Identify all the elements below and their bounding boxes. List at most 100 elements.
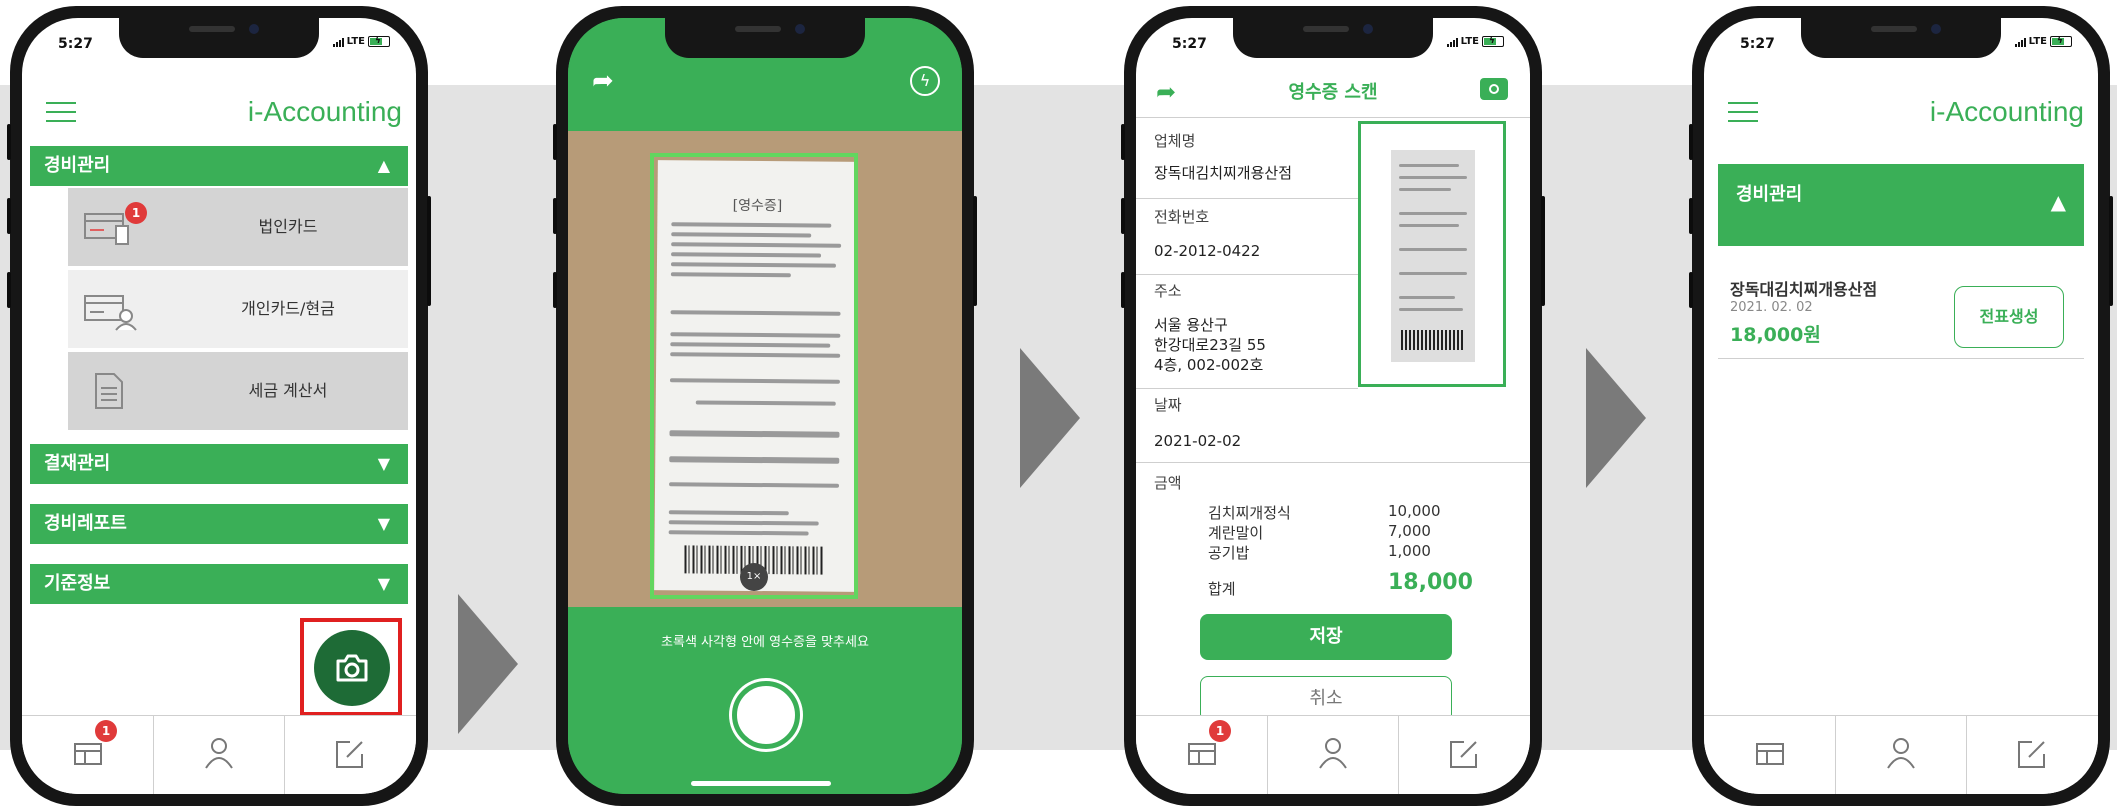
address-line-2[interactable]: 한강대로23길 55 xyxy=(1154,334,1266,355)
zoom-toggle[interactable]: 1× xyxy=(740,563,768,591)
tab-list[interactable]: 1 xyxy=(1136,716,1268,794)
document-icon xyxy=(95,373,123,409)
vendor-label: 업체명 xyxy=(1154,132,1196,150)
person-icon xyxy=(1887,738,1915,769)
person-icon xyxy=(1319,738,1347,769)
tab-list[interactable]: 1 xyxy=(22,716,154,794)
edit-icon xyxy=(336,741,363,768)
submenu-label: 법인카드 xyxy=(258,217,318,236)
list-icon xyxy=(1756,743,1784,765)
tab-edit[interactable] xyxy=(284,716,415,794)
notification-badge: 1 xyxy=(125,202,147,224)
line-item: 계란말이 7,000 xyxy=(1208,522,1431,542)
flow-arrow-2 xyxy=(1020,348,1080,488)
phone-4: 5:27 LTE ϟ i-Accounting 경비관리 ▲ 장독대김치찌개용산… xyxy=(1689,6,2113,806)
entry-vendor: 장독대김치찌개용산점 xyxy=(1730,280,1878,299)
person-icon xyxy=(205,738,233,769)
flash-button[interactable]: ϟ xyxy=(910,66,940,96)
create-voucher-button[interactable]: 전표생성 xyxy=(1954,286,2064,348)
signal-icon xyxy=(2014,37,2026,47)
collapse-icon: ▲ xyxy=(2050,190,2066,214)
battery-icon: ϟ xyxy=(368,36,390,47)
camera-button[interactable] xyxy=(314,630,390,706)
save-button[interactable]: 저장 xyxy=(1200,614,1452,660)
expand-icon: ▼ xyxy=(377,514,390,533)
list-icon xyxy=(1188,743,1216,765)
app-title: i-Accounting xyxy=(247,96,402,127)
date-label: 날짜 xyxy=(1154,396,1182,414)
camera-controls: 초록색 사각형 안에 영수증을 맞추세요 xyxy=(568,607,962,794)
address-line-3[interactable]: 4층, 002-002호 xyxy=(1154,354,1263,375)
total-value: 18,000 xyxy=(1388,570,1473,595)
vendor-value[interactable]: 장독대김치찌개용산점 xyxy=(1154,162,1292,183)
screen-receipt-scan: 5:27 LTE ϟ ➦ 영수증 스캔 업체명 장독대김치찌개용산점 전화번호 … xyxy=(1136,18,1530,794)
network-label: LTE xyxy=(346,36,365,47)
tab-list[interactable] xyxy=(1704,716,1836,794)
notch xyxy=(1233,18,1433,58)
notch xyxy=(1801,18,2001,58)
screen-home: 5:27 LTE ϟ i-Accounting 경비관리 ▲ 1 법인카드 개인… xyxy=(22,18,416,794)
amount-label: 금액 xyxy=(1154,474,1182,492)
submenu-label: 세금 계산서 xyxy=(248,381,328,400)
instruction-text: 초록색 사각형 안에 영수증을 맞추세요 xyxy=(661,635,869,650)
receipt-thumbnail[interactable] xyxy=(1358,121,1506,387)
section-report[interactable]: 경비레포트 ▼ xyxy=(30,504,408,544)
status-time: 5:27 xyxy=(1740,36,1775,52)
tab-profile[interactable] xyxy=(1267,716,1399,794)
camera-icon xyxy=(336,654,368,682)
phone-2: ➦ ϟ [영수증] 1× 초록색 사각형 안에 영수증을 맞추세요 xyxy=(553,6,977,806)
amount-divider xyxy=(1136,462,1530,463)
network-label: LTE xyxy=(1460,36,1479,47)
notch xyxy=(119,18,319,58)
date-value[interactable]: 2021-02-02 xyxy=(1154,432,1241,450)
back-icon[interactable]: ➦ xyxy=(592,68,614,94)
expense-entry[interactable]: 장독대김치찌개용산점 2021. 02. 02 18,000원 전표생성 xyxy=(1718,258,2084,359)
camera-viewfinder: [영수증] 1× xyxy=(568,131,962,607)
screen-result: 5:27 LTE ϟ i-Accounting 경비관리 ▲ 장독대김치찌개용산… xyxy=(1704,18,2098,794)
camera-icon xyxy=(1489,84,1499,94)
submenu-label: 개인카드/현금 xyxy=(241,299,335,318)
submenu-personal-card[interactable]: 개인카드/현금 xyxy=(68,270,408,348)
address-label: 주소 xyxy=(1154,282,1182,300)
phone-label: 전화번호 xyxy=(1154,208,1210,226)
screen-camera: ➦ ϟ [영수증] 1× 초록색 사각형 안에 영수증을 맞추세요 xyxy=(568,18,962,794)
phone-value[interactable]: 02-2012-0422 xyxy=(1154,242,1260,260)
shutter-button[interactable] xyxy=(732,681,800,749)
notification-badge: 1 xyxy=(1209,720,1231,742)
flow-arrow-1 xyxy=(458,594,518,734)
phone-3: 5:27 LTE ϟ ➦ 영수증 스캔 업체명 장독대김치찌개용산점 전화번호 … xyxy=(1121,6,1545,806)
expand-icon: ▼ xyxy=(377,454,390,473)
home-indicator xyxy=(691,781,831,786)
menu-icon[interactable] xyxy=(1728,102,1758,122)
entry-date: 2021. 02. 02 xyxy=(1730,300,1813,315)
section-expense[interactable]: 경비관리 ▲ xyxy=(1718,164,2084,246)
edit-icon xyxy=(2018,741,2045,768)
line-item: 공기밥 1,000 xyxy=(1208,542,1431,562)
camera-button[interactable] xyxy=(1480,78,1508,100)
section-approval[interactable]: 결재관리 ▼ xyxy=(30,444,408,484)
submenu-tax-invoice[interactable]: 세금 계산서 xyxy=(68,352,408,430)
signal-icon xyxy=(332,37,344,47)
signal-icon xyxy=(1446,37,1458,47)
tab-edit[interactable] xyxy=(1966,716,2097,794)
header-divider xyxy=(1136,117,1530,118)
entry-amount: 18,000원 xyxy=(1730,324,1821,346)
battery-icon: ϟ xyxy=(2050,36,2072,47)
network-label: LTE xyxy=(2028,36,2047,47)
flow-arrow-3 xyxy=(1586,348,1646,488)
list-icon xyxy=(74,743,102,765)
submenu-corporate-card[interactable]: 1 법인카드 xyxy=(68,188,408,266)
tab-profile[interactable] xyxy=(153,716,285,794)
tab-bar xyxy=(1704,715,2098,794)
app-title: i-Accounting xyxy=(1929,96,2084,127)
tab-edit[interactable] xyxy=(1398,716,1529,794)
scan-frame xyxy=(650,153,858,599)
tab-profile[interactable] xyxy=(1835,716,1967,794)
section-expense[interactable]: 경비관리 ▲ xyxy=(30,146,408,186)
address-line-1[interactable]: 서울 용산구 xyxy=(1154,314,1228,335)
edit-icon xyxy=(1450,741,1477,768)
notch xyxy=(665,18,865,58)
menu-icon[interactable] xyxy=(46,102,76,122)
section-master-data[interactable]: 기준정보 ▼ xyxy=(30,564,408,604)
flash-icon: ϟ xyxy=(919,71,931,90)
